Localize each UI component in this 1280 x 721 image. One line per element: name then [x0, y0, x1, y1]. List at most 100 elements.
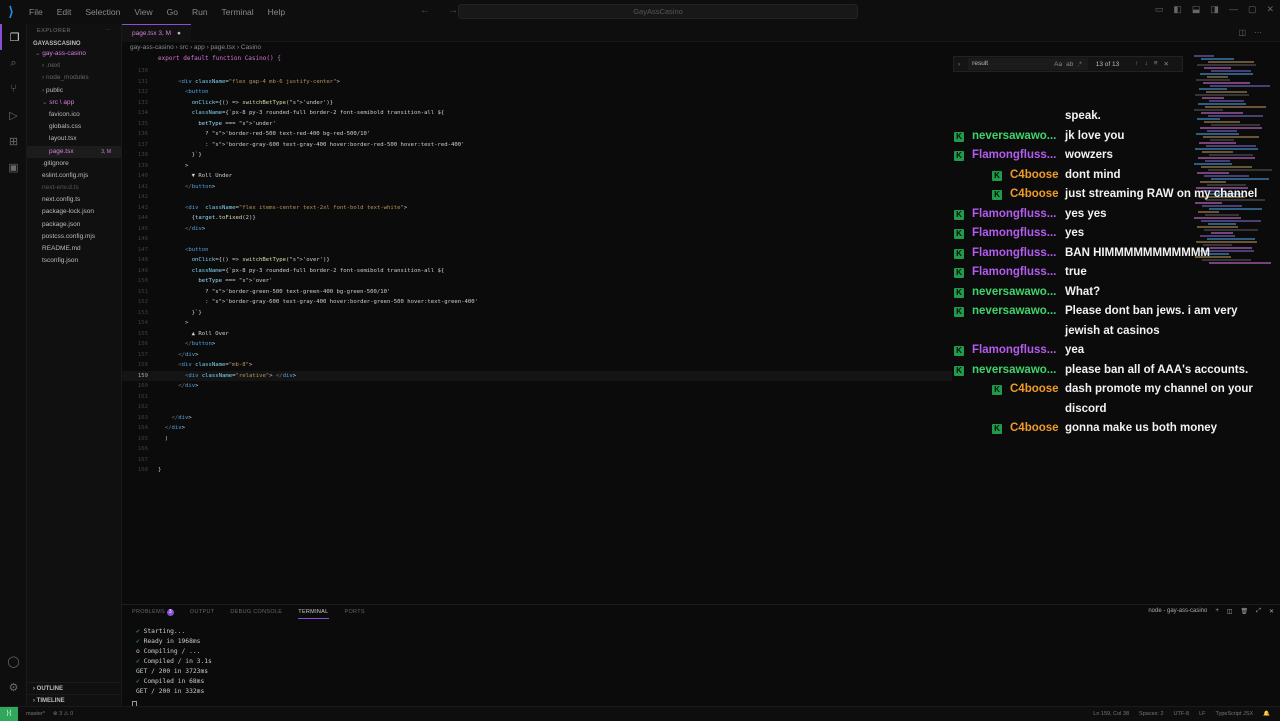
match-case-icon[interactable]: Aa: [1054, 61, 1062, 68]
menu-item-selection[interactable]: Selection: [78, 7, 127, 17]
sticky-scroll-line[interactable]: export default function Casino() {: [158, 54, 281, 64]
tree-item[interactable]: › node_modules: [27, 72, 121, 84]
maximize-panel-icon[interactable]: ⤢: [1256, 608, 1261, 615]
code-line[interactable]: 130: [122, 66, 952, 77]
close-panel-icon[interactable]: ✕: [1269, 608, 1274, 615]
code-line[interactable]: 159 <div className="relative"> </div>: [122, 370, 952, 381]
search-icon[interactable]: ⌕: [0, 50, 27, 76]
panel-tab-ports[interactable]: PORTS: [345, 605, 365, 619]
tree-item[interactable]: eslint.config.mjs: [27, 170, 121, 182]
code-line[interactable]: 151 ? "s">'border-green-500 text-green-4…: [122, 287, 952, 298]
tab-page-tsx[interactable]: page.tsx 3, M ●: [122, 24, 191, 42]
panel-tab-output[interactable]: OUTPUT: [190, 605, 214, 619]
tree-item[interactable]: page.tsx 3, M: [27, 145, 121, 158]
unsaved-dot-icon[interactable]: ●: [177, 25, 181, 42]
line-ending[interactable]: LF: [1199, 711, 1205, 717]
code-line[interactable]: 152 : "s">'border-gray-600 text-gray-400…: [122, 297, 952, 308]
tree-item[interactable]: › .next: [27, 60, 121, 72]
tree-item[interactable]: next-env.d.ts: [27, 182, 121, 194]
terminal-output[interactable]: ✓ Starting... ✓ Ready in 1968ms o Compilin…: [136, 627, 212, 697]
code-line[interactable]: 139 >: [122, 161, 952, 172]
explorer-icon[interactable]: ❐: [0, 24, 27, 50]
editor-more-icon[interactable]: ⋯: [1254, 28, 1262, 37]
tree-item[interactable]: package-lock.json: [27, 206, 121, 218]
panel-tab-terminal[interactable]: TERMINAL: [298, 605, 329, 619]
code-line[interactable]: 135 betType === "s">'under': [122, 119, 952, 130]
notifications-icon[interactable]: 🔔: [1263, 711, 1270, 717]
code-line[interactable]: 153 }`}: [122, 308, 952, 319]
back-arrow-icon[interactable]: ←: [420, 5, 430, 16]
code-line[interactable]: 141 </button>: [122, 182, 952, 193]
menu-item-terminal[interactable]: Terminal: [215, 7, 261, 17]
code-line[interactable]: 147 <button: [122, 245, 952, 256]
close-find-icon[interactable]: ✕: [1164, 60, 1169, 68]
tree-item[interactable]: package.json: [27, 219, 121, 231]
remote-explorer-icon[interactable]: ▣: [0, 154, 27, 180]
code-line[interactable]: 143 <div className="flex items-center te…: [122, 203, 952, 214]
tree-item[interactable]: ⌄ src \ app: [27, 97, 121, 109]
find-in-selection-icon[interactable]: ≡: [1154, 60, 1158, 68]
code-line[interactable]: 167: [122, 455, 952, 466]
panel-tab-problems[interactable]: PROBLEMS 3: [132, 605, 174, 619]
forward-arrow-icon[interactable]: →: [448, 5, 458, 16]
account-icon[interactable]: ◯: [0, 648, 27, 674]
menu-item-edit[interactable]: Edit: [50, 7, 79, 17]
branch-indicator[interactable]: master*: [26, 711, 45, 717]
problems-indicator[interactable]: ⊗ 3 ⚠ 0: [53, 711, 73, 717]
tree-item[interactable]: layout.tsx: [27, 133, 121, 145]
menu-item-help[interactable]: Help: [261, 7, 292, 17]
minimap[interactable]: [1194, 55, 1274, 595]
code-line[interactable]: 157 </div>: [122, 350, 952, 361]
code-line[interactable]: 165 ): [122, 434, 952, 445]
cursor-position[interactable]: Ln 159, Col 38: [1093, 711, 1129, 717]
indentation[interactable]: Spaces: 2: [1139, 711, 1163, 717]
code-line[interactable]: 150 betType === "s">'over': [122, 276, 952, 287]
secondary-sidebar-icon[interactable]: ◨: [1210, 4, 1219, 15]
tree-item[interactable]: next.config.ts: [27, 194, 121, 206]
extensions-icon[interactable]: ⊞: [0, 128, 27, 154]
minimize-icon[interactable]: —: [1229, 4, 1238, 15]
code-line[interactable]: 136 ? "s">'border-red-500 text-red-400 b…: [122, 129, 952, 140]
tree-item[interactable]: .gitignore: [27, 158, 121, 170]
code-line[interactable]: 156 </button>: [122, 339, 952, 350]
source-control-icon[interactable]: ⑂: [0, 76, 27, 102]
code-line[interactable]: 140 ▼ Roll Under: [122, 171, 952, 182]
code-line[interactable]: 133 onClick={() => switchBetType("s">'un…: [122, 98, 952, 109]
tree-item[interactable]: favicon.ico: [27, 109, 121, 121]
menu-item-file[interactable]: File: [22, 7, 50, 17]
workspace-root[interactable]: GAYASSCASINO: [27, 40, 121, 48]
previous-match-icon[interactable]: ↑: [1135, 60, 1138, 68]
encoding[interactable]: UTF-8: [1174, 711, 1190, 717]
maximize-icon[interactable]: ▢: [1248, 4, 1257, 15]
panel-tab-debug-console[interactable]: DEBUG CONSOLE: [230, 605, 282, 619]
code-line[interactable]: 154 >: [122, 318, 952, 329]
menu-item-go[interactable]: Go: [160, 7, 185, 17]
timeline-section[interactable]: › TIMELINE: [27, 694, 122, 706]
remote-indicator-icon[interactable]: ⟩⟨: [0, 706, 18, 721]
split-terminal-icon[interactable]: ◫: [1227, 608, 1233, 615]
code-line[interactable]: 145 </div>: [122, 224, 952, 235]
code-line[interactable]: 146: [122, 234, 952, 245]
code-line[interactable]: 168}: [122, 465, 952, 476]
tree-item[interactable]: postcss.config.mjs: [27, 231, 121, 243]
code-line[interactable]: 164 </div>: [122, 423, 952, 434]
tree-item[interactable]: ⌄ gay-ass-casino: [27, 48, 121, 60]
code-line[interactable]: 148 onClick={() => switchBetType("s">'ov…: [122, 255, 952, 266]
whole-word-icon[interactable]: ab: [1066, 61, 1073, 68]
code-line[interactable]: 155 ▲ Roll Over: [122, 329, 952, 340]
tree-item[interactable]: globals.css: [27, 121, 121, 133]
tree-item[interactable]: › public: [27, 85, 121, 97]
panel-toggle-icon[interactable]: ⬓: [1192, 4, 1201, 15]
regex-icon[interactable]: .*: [1077, 61, 1081, 68]
run-debug-icon[interactable]: ▷: [0, 102, 27, 128]
code-line[interactable]: 142: [122, 192, 952, 203]
settings-gear-icon[interactable]: ⚙: [0, 674, 27, 700]
tree-item[interactable]: tsconfig.json: [27, 255, 121, 267]
code-line[interactable]: 163 </div>: [122, 413, 952, 424]
tree-item[interactable]: README.md: [27, 243, 121, 255]
code-line[interactable]: 134 className={`px-8 py-3 rounded-full b…: [122, 108, 952, 119]
code-line[interactable]: 144 {target.toFixed(2)}: [122, 213, 952, 224]
code-line[interactable]: 137 : "s">'border-gray-600 text-gray-400…: [122, 140, 952, 151]
terminal-name[interactable]: node - gay-ass-casino: [1148, 608, 1207, 615]
split-editor-icon[interactable]: ◫: [1238, 28, 1246, 37]
